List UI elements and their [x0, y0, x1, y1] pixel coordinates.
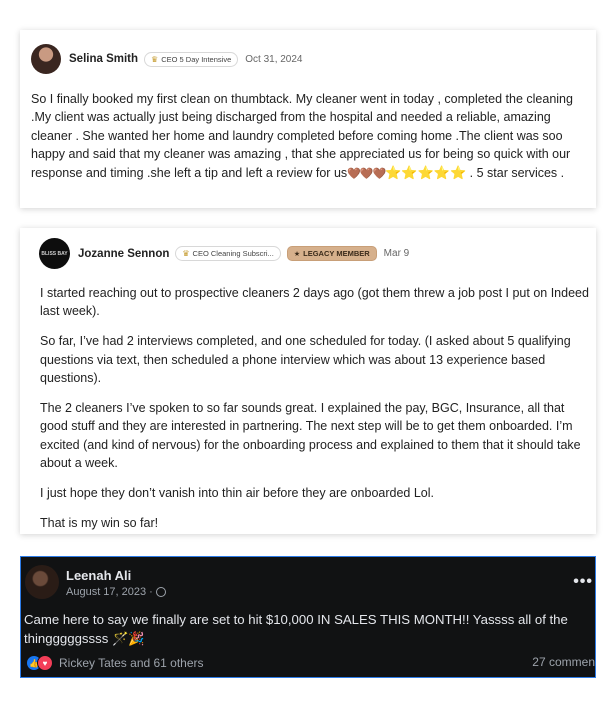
hearts-emoji: 🤎🤎🤎	[347, 167, 386, 180]
author-name[interactable]: Selina Smith	[69, 53, 138, 65]
membership-badge: ♛ CEO 5 Day Intensive	[144, 51, 239, 67]
crown-icon: ♛	[182, 249, 190, 258]
globe-icon	[155, 587, 166, 597]
facebook-post-leenah: Leenah Ali August 17, 2023 · ••• Came he…	[20, 556, 596, 678]
paragraph-2: So far, I’ve had 2 interviews completed,…	[40, 334, 571, 386]
avatar[interactable]	[25, 565, 59, 599]
author-name[interactable]: Jozanne Sennon	[78, 248, 169, 260]
paragraph-4: I just hope they don’t vanish into thin …	[40, 486, 435, 501]
more-options-icon[interactable]: •••	[573, 573, 593, 591]
crown-icon: ♛	[151, 54, 159, 64]
post-header: Selina Smith ♛ CEO 5 Day Intensive Oct 3…	[31, 44, 303, 74]
post-date: Oct 31, 2024	[245, 53, 303, 65]
post-date: Mar 9	[383, 248, 410, 259]
badge-label: CEO Cleaning Subscri...	[192, 249, 274, 258]
love-icon: ♥	[37, 655, 53, 671]
comments-count[interactable]: 27 commen	[532, 655, 595, 669]
membership-badge: ♛ CEO Cleaning Subscri...	[175, 246, 281, 261]
star-icon: ★	[293, 250, 301, 258]
legacy-member-badge: ★ LEGACY MEMBER	[286, 246, 377, 261]
badge-label: CEO 5 Day Intensive	[161, 54, 232, 64]
reactions-summary[interactable]: 👍 ♥ Rickey Tates and 61 others	[26, 655, 204, 671]
paragraph-5: That is my win so far!	[40, 516, 159, 531]
avatar[interactable]: BLISS BAY	[39, 238, 70, 269]
post-card-selina: Selina Smith ♛ CEO 5 Day Intensive Oct 3…	[20, 30, 596, 208]
paragraph-1: I started reaching out to prospective cl…	[40, 286, 589, 319]
post-date[interactable]: August 17, 2023 ·	[66, 586, 153, 598]
post-text-end: . 5 star services .	[466, 165, 565, 180]
post-body: I started reaching out to prospective cl…	[40, 284, 592, 534]
post-meta: August 17, 2023 ·	[66, 586, 166, 598]
avatar[interactable]	[31, 44, 61, 74]
legacy-label: LEGACY MEMBER	[303, 249, 370, 258]
paragraph-3: The 2 cleaners I’ve spoken to so far sou…	[40, 401, 581, 471]
author-name[interactable]: Leenah Ali	[66, 568, 166, 583]
post-text: Came here to say we finally are set to h…	[24, 612, 568, 646]
post-body: So I finally booked my first clean on th…	[31, 90, 591, 183]
post-card-jozanne: BLISS BAY Jozanne Sennon ♛ CEO Cleaning …	[20, 228, 596, 534]
stars-emoji: ⭐⭐⭐⭐⭐	[385, 164, 467, 180]
post-header: BLISS BAY Jozanne Sennon ♛ CEO Cleaning …	[39, 238, 409, 269]
avatar-logo-text: BLISS BAY	[41, 250, 68, 257]
reactions-text: Rickey Tates and 61 others	[59, 656, 204, 670]
post-header: Leenah Ali August 17, 2023 ·	[66, 568, 166, 598]
